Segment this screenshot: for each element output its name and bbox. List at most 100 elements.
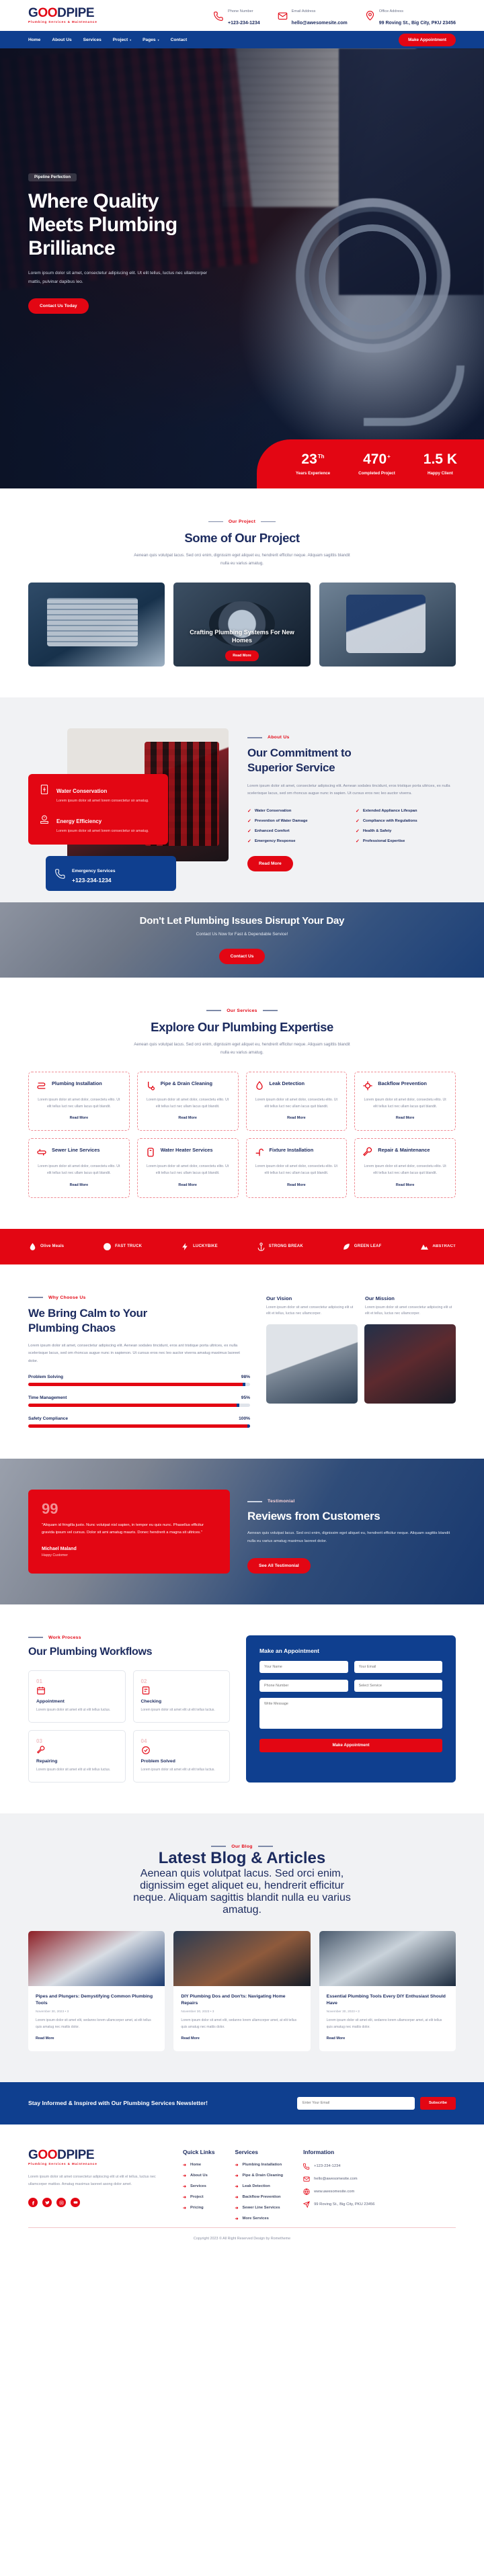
workflow-content: Work Process Our Plumbing Workflows 01 Ap…	[28, 1635, 230, 1783]
footer-info-phone[interactable]: +123-234-1234	[303, 2163, 374, 2170]
service-card-pipe-drain-cleaning[interactable]: Pipe & Drain Cleaning Lorem ipsum dolor s…	[136, 1072, 239, 1131]
email-input[interactable]	[354, 1660, 442, 1673]
youtube-icon[interactable]	[71, 2198, 80, 2208]
arrow-icon: ➜	[235, 2163, 239, 2167]
blog-post-title: Pipes and Plungers: Demystifying Common …	[36, 1993, 153, 2006]
blog-card-3[interactable]: Essential Plumbing Tools Every DIY Enthu…	[319, 1930, 456, 2051]
contact-address[interactable]: Office Address 99 Roving St., Big City, P…	[365, 3, 456, 28]
newsletter-subscribe-button[interactable]: Subscribe	[419, 2096, 456, 2110]
footer-service-leak-detection[interactable]: ➜ Leak Detection	[235, 2184, 283, 2189]
footer-info-website[interactable]: www.awesomesite.com	[303, 2188, 374, 2195]
footer-service-sewer-line[interactable]: ➜ Sewer Line Services	[235, 2206, 283, 2210]
mountain-icon	[420, 1242, 429, 1251]
eyebrow-label: About Us	[268, 735, 290, 740]
check-item: ✓ Water Conservation	[247, 808, 348, 814]
footer-link-pricing[interactable]: ➜ Pricing	[183, 2206, 214, 2210]
footer-service-more[interactable]: ➜ More Services	[235, 2217, 283, 2221]
name-input[interactable]	[259, 1660, 348, 1673]
nav-label: Services	[83, 37, 102, 42]
contact-email-value: hello@awesomesite.com	[291, 21, 348, 26]
service-card-water-heater[interactable]: Water Heater Services Lorem ipsum dolor s…	[136, 1138, 239, 1198]
project-overlay: Crafting Plumbing Systems For New Homes …	[184, 628, 300, 662]
footer-service-backflow[interactable]: ➜ Backflow Prevention	[235, 2195, 283, 2200]
service-title: Fixture Installation	[269, 1147, 314, 1154]
nav-label: Contact	[170, 37, 188, 42]
site-logo[interactable]: GOODPIPE Plumbing Services & Maintenance	[28, 7, 97, 24]
service-card-backflow-prevention[interactable]: Backflow Prevention Lorem ipsum dolor sit…	[354, 1072, 456, 1131]
make-appointment-button[interactable]: Make Appointment	[399, 33, 456, 46]
about-read-more-button[interactable]: Read More	[247, 855, 293, 871]
workflow-step-checking: 02 Checking Lorem ipsum dolor sit amet eli…	[132, 1670, 230, 1723]
project-card-1[interactable]	[28, 583, 165, 667]
footer-link-services[interactable]: ➜ Services	[183, 2184, 214, 2189]
service-read-more[interactable]: Read More	[178, 1183, 197, 1187]
brand-logo-6: ABSTRACT	[420, 1242, 456, 1251]
service-card-sewer-line[interactable]: Sewer Line Services Lorem ipsum dolor sit…	[28, 1138, 130, 1198]
nav-item-services[interactable]: Services	[83, 38, 102, 42]
valve-icon	[362, 1080, 373, 1091]
emergency-card[interactable]: Emergency Services +123-234-1234	[46, 856, 176, 892]
footer-info-email[interactable]: hello@awesomesite.com	[303, 2176, 374, 2182]
footer-link-project[interactable]: ➜ Project	[183, 2195, 214, 2200]
see-all-testimonial-button[interactable]: See All Testimonial	[247, 1557, 311, 1574]
service-read-more[interactable]: Read More	[178, 1116, 197, 1120]
service-read-more[interactable]: Read More	[396, 1183, 415, 1187]
message-textarea[interactable]	[259, 1697, 442, 1729]
blog-read-more[interactable]: Read More	[36, 2036, 54, 2041]
hero-cta-button[interactable]: Contact Us Today	[28, 298, 89, 314]
twitter-icon[interactable]	[42, 2198, 52, 2208]
facebook-icon[interactable]	[28, 2198, 38, 2208]
project-read-more-button[interactable]: Read More	[225, 650, 259, 662]
service-read-more[interactable]: Read More	[70, 1183, 89, 1187]
service-read-more[interactable]: Read More	[396, 1116, 415, 1120]
blog-read-more[interactable]: Read More	[181, 2036, 200, 2041]
drain-icon	[145, 1080, 156, 1091]
step-title: Appointment	[36, 1699, 65, 1704]
footer-service-plumbing-installation[interactable]: ➜ Plumbing Installation	[235, 2163, 283, 2167]
instagram-icon[interactable]	[56, 2198, 66, 2208]
footer-logo[interactable]: GOODPIPE Plumbing Services & Maintenance	[28, 2149, 163, 2166]
service-read-more[interactable]: Read More	[287, 1116, 306, 1120]
service-read-more[interactable]: Read More	[70, 1116, 89, 1120]
service-card-fixture-installation[interactable]: Fixture Installation Lorem ipsum dolor si…	[245, 1138, 348, 1198]
service-card-leak-detection[interactable]: Leak Detection Lorem ipsum dolor sit amet…	[245, 1072, 348, 1131]
arrow-icon: ➜	[235, 2206, 239, 2210]
newsletter-email-input[interactable]	[296, 2096, 415, 2110]
form-submit-button[interactable]: Make Appointment	[259, 1738, 442, 1752]
service-read-more[interactable]: Read More	[287, 1183, 306, 1187]
blog-read-more[interactable]: Read More	[327, 2036, 346, 2041]
dash-right	[262, 1010, 278, 1011]
blog-grid: Pipes and Plungers: Demystifying Common …	[28, 1930, 456, 2051]
cta-contact-button[interactable]: Contact Us	[218, 949, 266, 965]
footer-info-address[interactable]: 99 Roving St., Big City, PKU 23456	[302, 2200, 375, 2208]
vision-title: Our Vision	[266, 1295, 292, 1301]
appointment-form: Make an Appointment Make Appointment	[246, 1635, 456, 1783]
nav-item-pages[interactable]: Pages ▾	[143, 38, 159, 42]
phone-input[interactable]	[259, 1679, 348, 1692]
link-label: Pricing	[190, 2206, 204, 2210]
blog-card-1[interactable]: Pipes and Plungers: Demystifying Common …	[28, 1930, 165, 2051]
eyebrow-label: Our Blog	[231, 1844, 253, 1849]
nav-item-home[interactable]: Home	[28, 38, 40, 42]
form-title: Make an Appointment	[259, 1647, 319, 1654]
nav-item-contact[interactable]: Contact	[171, 38, 188, 42]
blog-card-2[interactable]: DIY Plumbing Dos and Don'ts: Navigating …	[173, 1930, 311, 2051]
service-card-plumbing-installation[interactable]: Plumbing Installation Lorem ipsum dolor s…	[28, 1072, 130, 1131]
footer-logo-b: DPIPE	[57, 2147, 95, 2162]
nav-item-project[interactable]: Project ▾	[113, 38, 131, 42]
services-grid: Plumbing Installation Lorem ipsum dolor s…	[28, 1072, 456, 1198]
why-title-line2: Plumbing Chaos	[28, 1321, 116, 1334]
about-feature-card: Water Conservation Lorem ipsum dolor sit …	[28, 774, 168, 845]
contact-phone[interactable]: Phone Number +123-234-1234	[214, 3, 260, 28]
leaf-icon	[342, 1242, 351, 1251]
footer-link-about[interactable]: ➜ About Us	[183, 2174, 214, 2178]
footer-service-pipe-drain[interactable]: ➜ Pipe & Drain Cleaning	[235, 2174, 283, 2178]
project-card-3[interactable]	[319, 583, 456, 667]
service-card-repair-maintenance[interactable]: Repair & Maintenance Lorem ipsum dolor si…	[354, 1138, 456, 1198]
contact-email[interactable]: Email Address hello@awesomesite.com	[278, 3, 348, 28]
cta-strip: Don't Let Plumbing Issues Disrupt Your D…	[0, 902, 484, 978]
service-select[interactable]	[354, 1679, 442, 1692]
footer-link-home[interactable]: ➜ Home	[183, 2163, 214, 2167]
nav-item-about[interactable]: About Us	[52, 38, 71, 42]
check-item: ✓ Professional Expertise	[356, 839, 456, 844]
